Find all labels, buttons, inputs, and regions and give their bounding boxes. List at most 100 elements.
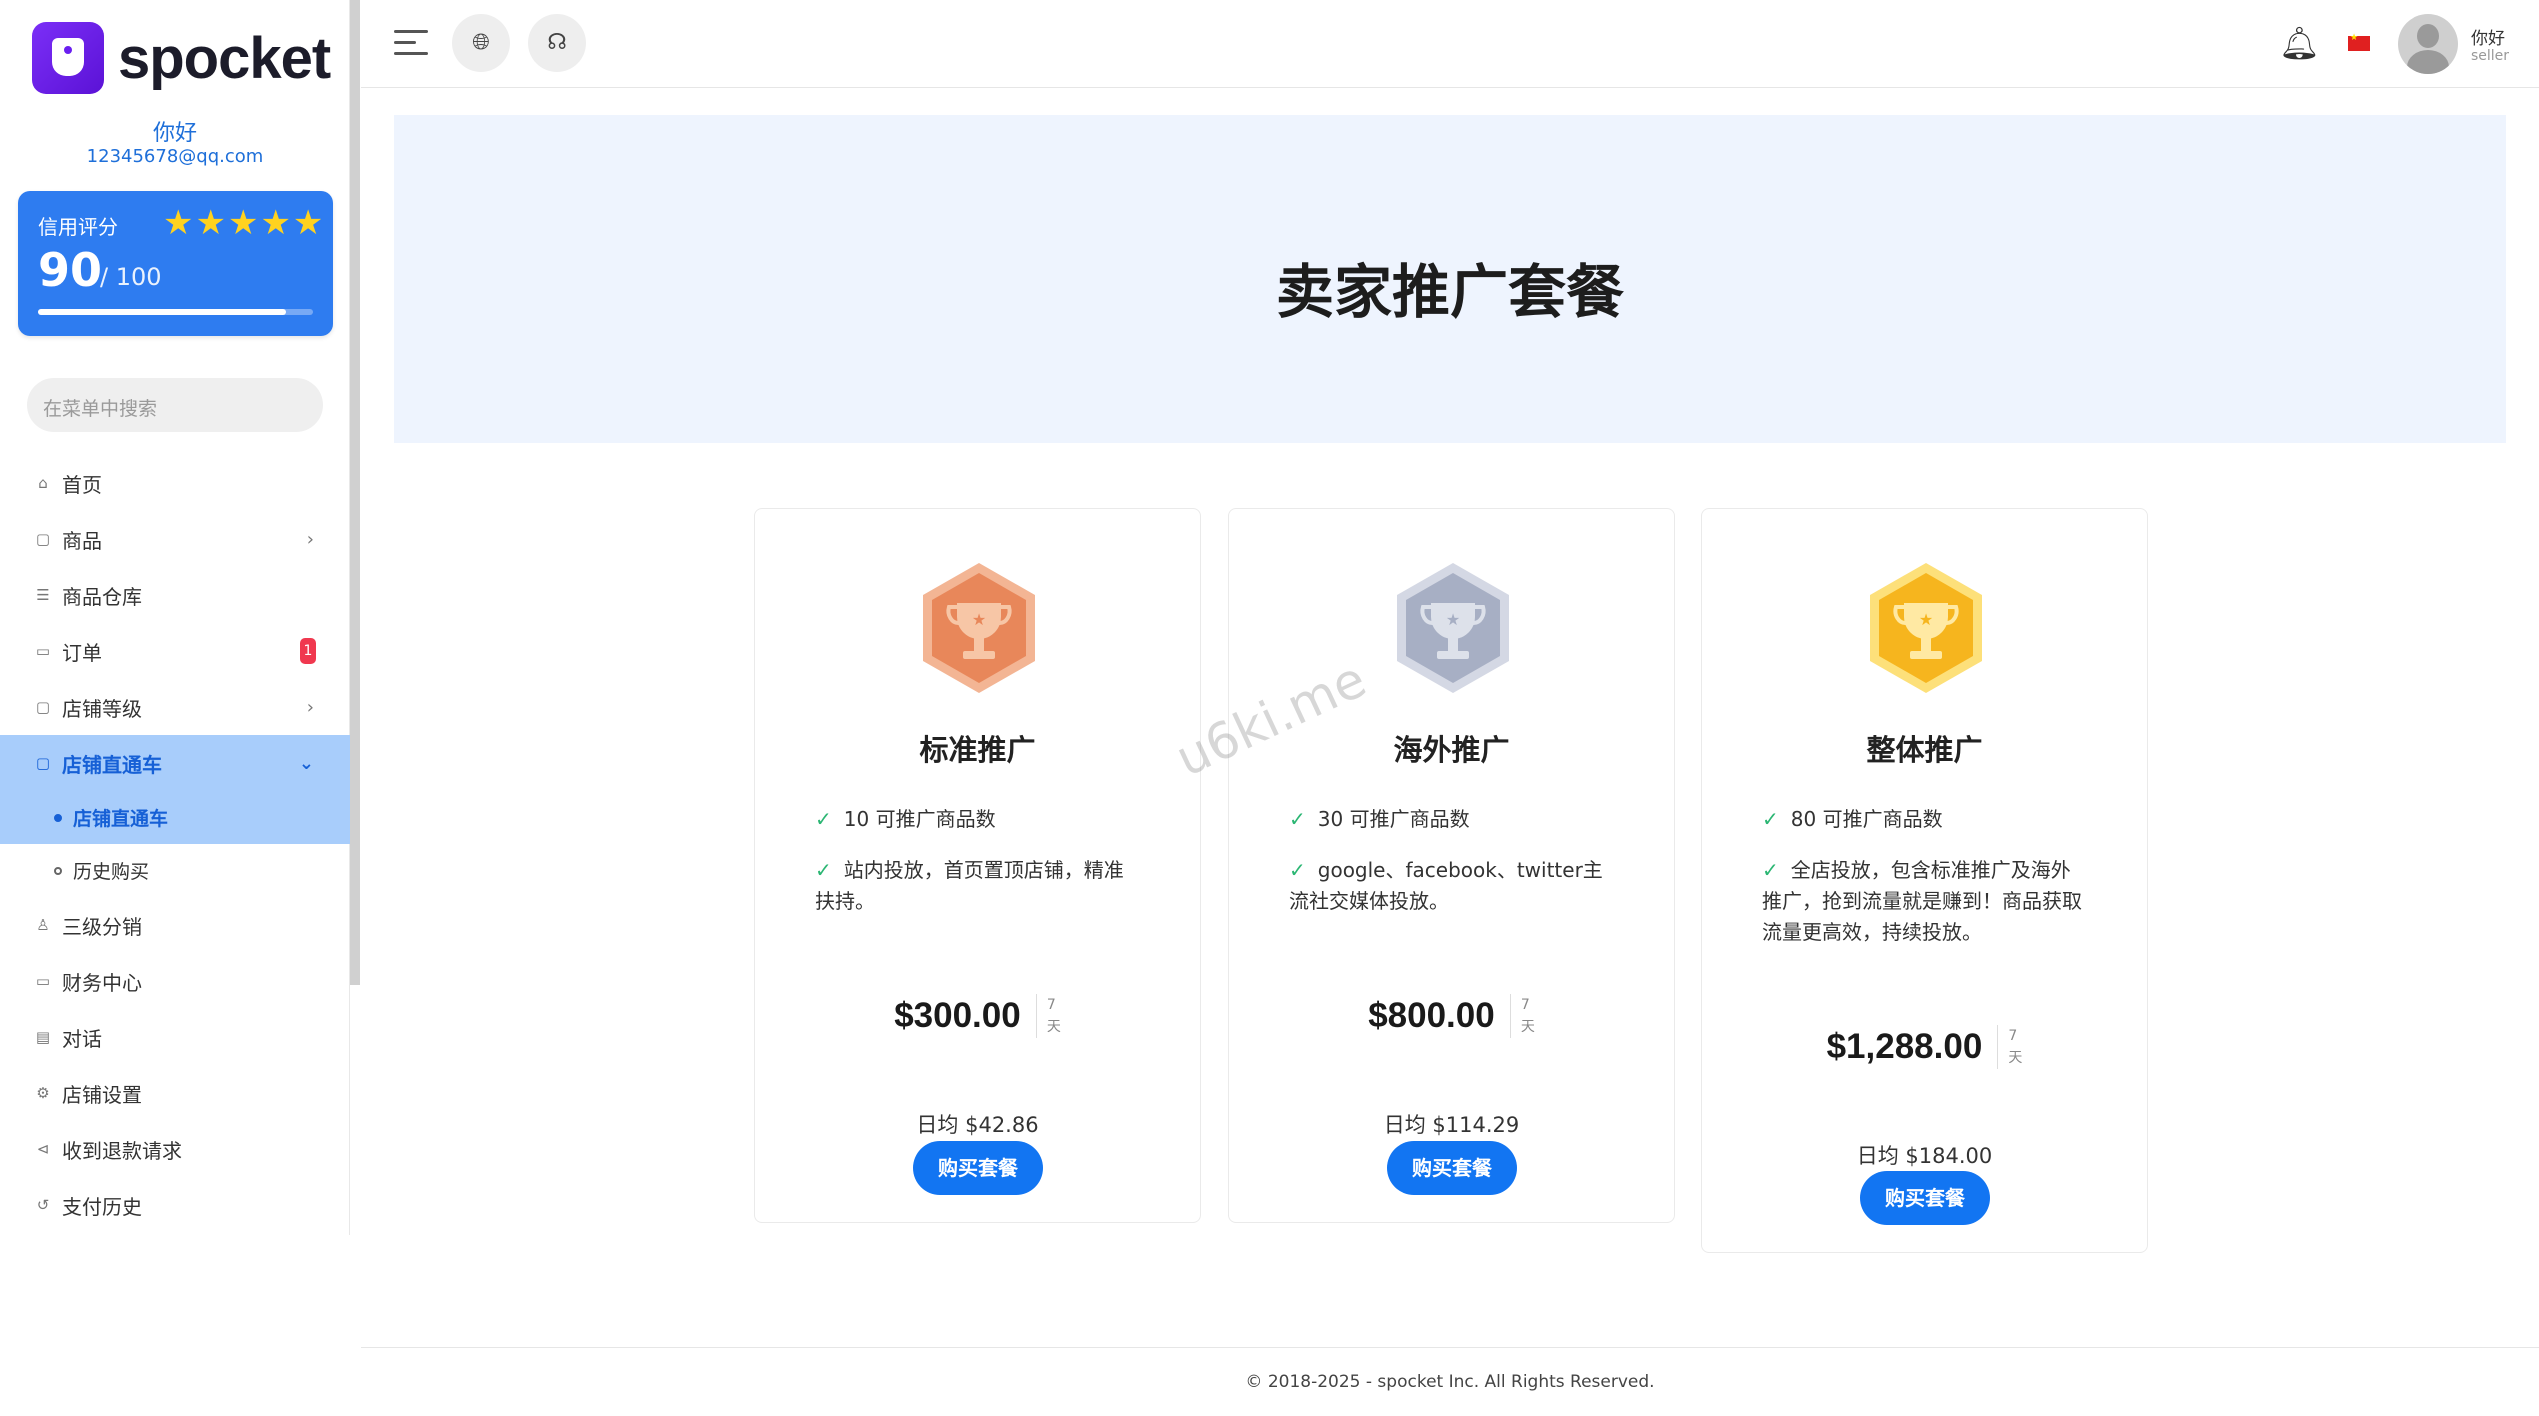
- bullet-icon: [54, 866, 62, 875]
- chevron-right-icon: ›: [306, 696, 314, 718]
- check-icon: ✓: [1289, 807, 1306, 831]
- sidebar-subitem-purchase-history[interactable]: 历史购买: [0, 844, 350, 897]
- plan-card-standard: ★ 标准推广 ✓ 10 可推广商品数 ✓ 站内投放，首页置顶店铺，精准扶持。 $30…: [754, 508, 1201, 1223]
- globe-icon[interactable]: 🌐︎: [452, 14, 510, 72]
- plan-price: $1,288.00: [1826, 1027, 1983, 1066]
- sidebar-item-label: 财务中心: [62, 970, 142, 995]
- top-header: 🌐︎ ☊ 🔔︎ 你好 seller: [361, 0, 2539, 88]
- sidebar-item-warehouse[interactable]: ☰ 商品仓库: [0, 567, 350, 623]
- refund-icon: ⊲: [36, 1140, 50, 1158]
- gold-trophy-medal-icon: ★: [1870, 563, 1982, 693]
- header-user-name[interactable]: 你好: [2471, 24, 2505, 49]
- sidebar-item-label: 店铺设置: [62, 1082, 142, 1107]
- sidebar-item-orders[interactable]: ▭ 订单 1: [0, 623, 350, 679]
- spocket-logo-icon: [32, 22, 104, 94]
- svg-text:★: ★: [1919, 610, 1933, 629]
- plan-feature: ✓ 30 可推广商品数: [1289, 807, 1470, 831]
- orders-count-badge: 1: [300, 638, 316, 664]
- plan-price-row: $800.00 7天: [1229, 994, 1674, 1038]
- bell-icon[interactable]: 🔔︎: [2279, 24, 2320, 62]
- sidebar-subitem-store-promotion[interactable]: 店铺直通车: [0, 791, 350, 844]
- check-icon: ✓: [1762, 858, 1779, 882]
- buy-plan-button[interactable]: 购买套餐: [913, 1141, 1043, 1195]
- buy-plan-button[interactable]: 购买套餐: [1860, 1171, 1990, 1225]
- plan-price: $800.00: [1368, 996, 1495, 1035]
- sidebar-item-label: 商品: [62, 528, 102, 553]
- bag-icon: ▢: [35, 530, 51, 548]
- chevron-down-icon: ⌄: [298, 752, 314, 774]
- plan-period: 7天: [1035, 994, 1061, 1038]
- sidebar-subitem-label: 店铺直通车: [73, 808, 169, 830]
- check-icon: ✓: [1289, 858, 1306, 882]
- plan-daily-price: 日均 $114.29: [1383, 1113, 1520, 1137]
- footer-copyright: © 2018-2025 - spocket Inc. All Rights Re…: [1245, 1372, 1655, 1392]
- plan-name: 整体推广: [1866, 733, 1983, 767]
- plan-period: 7天: [1509, 994, 1535, 1038]
- credit-score: 90: [38, 243, 103, 297]
- plan-card-overseas: ★ 海外推广 ✓ 30 可推广商品数 ✓ google、facebook、twitt…: [1228, 508, 1675, 1223]
- credit-progress-fill: [38, 309, 286, 315]
- sidebar-item-chat[interactable]: ▤ 对话: [0, 1009, 350, 1065]
- sidebar-item-label: 支付历史: [62, 1194, 142, 1219]
- brand-logo[interactable]: spocket: [32, 22, 331, 94]
- plan-daily-price: 日均 $42.86: [916, 1113, 1039, 1137]
- sidebar-item-label: 首页: [62, 472, 102, 497]
- sidebar-item-payment-history[interactable]: ↺ 支付历史: [0, 1177, 350, 1233]
- sidebar-subitem-label: 历史购买: [73, 861, 150, 883]
- sidebar-item-label: 店铺等级: [62, 696, 142, 721]
- sidebar-item-home[interactable]: ⌂ 首页: [0, 455, 350, 511]
- plan-name: 标准推广: [919, 733, 1036, 767]
- menu-search-input[interactable]: 在菜单中搜索: [27, 378, 323, 432]
- gear-icon: ⚙: [36, 1084, 50, 1102]
- header-user-role: seller: [2471, 48, 2510, 64]
- credit-label: 信用评分: [38, 215, 118, 239]
- user-icon: ♙: [36, 916, 50, 934]
- bullet-icon: [54, 813, 62, 822]
- sidebar-item-label: 对话: [62, 1026, 102, 1051]
- sidebar-item-distribution[interactable]: ♙ 三级分销: [0, 897, 350, 953]
- check-icon: ✓: [1762, 807, 1779, 831]
- plan-feature: ✓ 10 可推广商品数: [815, 807, 996, 831]
- check-icon: ✓: [815, 858, 832, 882]
- page-title: 卖家推广套餐: [1275, 258, 1624, 326]
- warehouse-icon: ☰: [36, 586, 50, 604]
- footer-divider: [361, 1347, 2539, 1348]
- check-icon: ✓: [815, 807, 832, 831]
- menu-toggle-icon[interactable]: [394, 30, 428, 56]
- sidebar-item-store-level[interactable]: ▢ 店铺等级 ›: [0, 679, 350, 735]
- plan-feature: ✓ 站内投放，首页置顶店铺，精准扶持。: [815, 858, 1124, 913]
- buy-plan-button[interactable]: 购买套餐: [1387, 1141, 1517, 1195]
- plan-period: 7天: [1997, 1025, 2022, 1069]
- sidebar-menu: ⌂ 首页 ▢ 商品 › ☰ 商品仓库 ▭ 订单 1 ▢ 店铺等级 › ▢ 店铺直…: [0, 455, 350, 1233]
- sidebar-scrollbar[interactable]: [350, 0, 360, 985]
- support-headset-icon[interactable]: ☊: [528, 14, 586, 72]
- sidebar-item-store-settings[interactable]: ⚙ 店铺设置: [0, 1065, 350, 1121]
- svg-text:★: ★: [972, 610, 986, 629]
- sidebar: spocket 你好 12345678@qq.com 信用评分 ★★★★★ 90…: [0, 0, 350, 1235]
- plan-feature: ✓ 80 可推广商品数: [1762, 807, 1943, 831]
- avatar[interactable]: [2398, 14, 2458, 74]
- finance-icon: ▭: [35, 972, 51, 990]
- brand-name: spocket: [118, 25, 331, 91]
- sidebar-item-products[interactable]: ▢ 商品 ›: [0, 511, 350, 567]
- credit-score-card: 信用评分 ★★★★★ 90 / 100: [18, 191, 333, 336]
- chat-icon: ▤: [35, 1028, 51, 1046]
- plan-feature: ✓ google、facebook、twitter主流社交媒体投放。: [1289, 858, 1603, 913]
- order-icon: ▭: [35, 642, 51, 660]
- user-greeting: 你好: [152, 121, 197, 146]
- car-icon: ▢: [35, 754, 51, 772]
- plan-feature: ✓ 全店投放，包含标准推广及海外推广，抢到流量就是赚到！商品获取流量更高效，持续投…: [1762, 858, 2082, 944]
- sidebar-item-finance[interactable]: ▭ 财务中心: [0, 953, 350, 1009]
- plan-price-row: $1,288.00 7天: [1702, 1025, 2147, 1069]
- silver-trophy-medal-icon: ★: [1397, 563, 1509, 693]
- plan-price: $300.00: [894, 996, 1021, 1035]
- home-icon: ⌂: [38, 474, 48, 492]
- sidebar-item-store-promotion[interactable]: ▢ 店铺直通车 ⌄: [0, 735, 350, 791]
- user-email: 12345678@qq.com: [86, 146, 264, 167]
- level-icon: ▢: [35, 698, 51, 716]
- chevron-right-icon: ›: [306, 528, 314, 550]
- plan-price-row: $300.00 7天: [755, 994, 1200, 1038]
- sidebar-item-refund-requests[interactable]: ⊲ 收到退款请求: [0, 1121, 350, 1177]
- china-flag-icon[interactable]: [2348, 33, 2370, 51]
- promo-banner: 卖家推广套餐: [394, 115, 2506, 443]
